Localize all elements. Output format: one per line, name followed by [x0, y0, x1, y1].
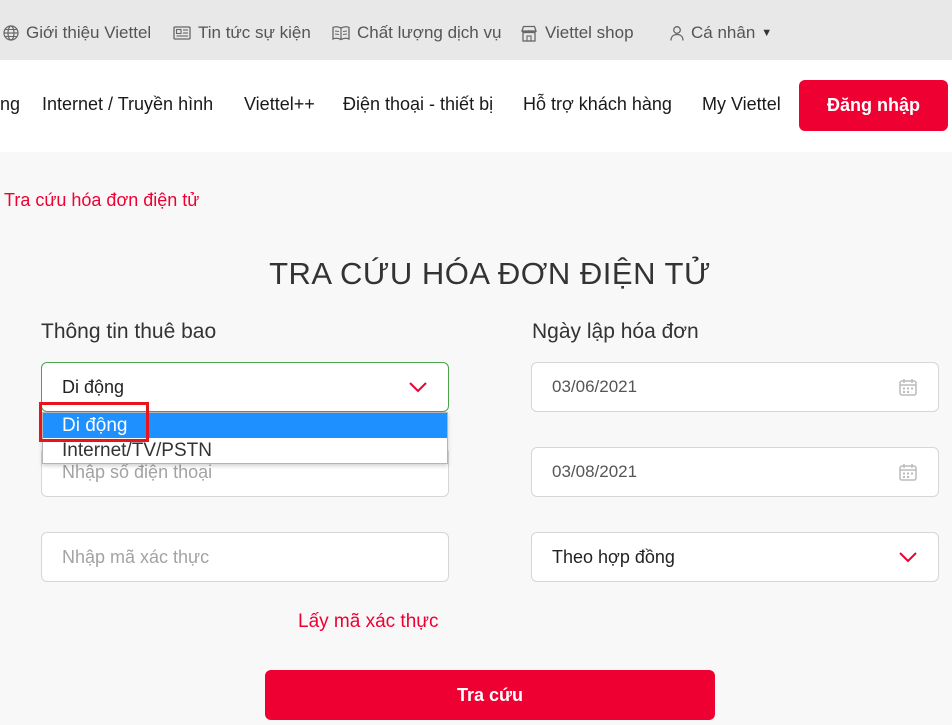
topbar-link-quality[interactable]: Chất lượng dịch vụ: [332, 21, 501, 45]
topbar-label: Giới thiệu Viettel: [26, 23, 152, 42]
nav-item-mobile[interactable]: ng: [0, 94, 20, 115]
otp-placeholder: Nhập mã xác thực: [62, 546, 210, 567]
calendar-icon[interactable]: [898, 462, 918, 482]
topbar-personal-menu[interactable]: Cá nhân ▼: [670, 21, 772, 45]
book-icon: [332, 26, 350, 41]
topbar-link-news[interactable]: Tin tức sự kiện: [173, 21, 311, 45]
date-from-value: 03/06/2021: [552, 377, 638, 396]
invoice-date-label: Ngày lập hóa đơn: [532, 320, 699, 343]
caret-down-icon: ▼: [761, 27, 773, 39]
top-utility-bar: Giới thiệu Viettel Tin tức sự kiện Chất …: [0, 0, 952, 60]
service-type-options: Di động Internet/TV/PSTN: [42, 412, 448, 464]
lookup-by-value: Theo hợp đồng: [552, 546, 675, 567]
service-type-value: Di động: [62, 376, 125, 397]
nav-item-internet-tv[interactable]: Internet / Truyền hình: [42, 94, 213, 115]
topbar-label: Cá nhân: [691, 23, 756, 42]
lookup-by-select[interactable]: Theo hợp đồng: [531, 532, 939, 582]
calendar-icon[interactable]: [898, 377, 918, 397]
page-title: TRA CỨU HÓA ĐƠN ĐIỆN TỬ: [269, 256, 711, 291]
service-type-select[interactable]: Di động: [41, 362, 449, 412]
date-from-input[interactable]: 03/06/2021: [531, 362, 939, 412]
date-to-input[interactable]: 03/08/2021: [531, 447, 939, 497]
get-otp-link[interactable]: Lấy mã xác thực: [298, 611, 439, 633]
newspaper-icon: [173, 26, 191, 40]
search-button[interactable]: Tra cứu: [265, 670, 715, 720]
option-mobile[interactable]: Di động: [43, 413, 447, 438]
phone-placeholder: Nhập số điện thoại: [62, 461, 213, 482]
topbar-link-about[interactable]: Giới thiệu Viettel: [3, 21, 151, 45]
topbar-label: Viettel shop: [545, 23, 634, 42]
nav-item-support[interactable]: Hỗ trợ khách hàng: [523, 94, 672, 115]
breadcrumb[interactable]: Tra cứu hóa đơn điện tử: [4, 190, 199, 211]
nav-item-devices[interactable]: Điện thoại - thiết bị: [343, 94, 493, 115]
user-icon: [670, 26, 684, 41]
main-nav: ng Internet / Truyền hình Viettel++ Điện…: [0, 60, 952, 152]
option-internet-tv-pstn[interactable]: Internet/TV/PSTN: [43, 438, 447, 463]
chevron-down-icon: [408, 381, 428, 393]
nav-item-viettel-plus[interactable]: Viettel++: [244, 94, 315, 115]
otp-input[interactable]: Nhập mã xác thực: [41, 532, 449, 582]
topbar-label: Tin tức sự kiện: [198, 23, 311, 42]
topbar-label: Chất lượng dịch vụ: [357, 23, 502, 42]
date-to-value: 03/08/2021: [552, 462, 638, 481]
chevron-down-icon: [898, 551, 918, 563]
subscriber-info-label: Thông tin thuê bao: [41, 320, 217, 343]
topbar-link-shop[interactable]: Viettel shop: [520, 21, 634, 45]
nav-item-my-viettel[interactable]: My Viettel: [702, 94, 781, 115]
store-icon: [521, 25, 537, 42]
globe-icon: [3, 25, 19, 41]
login-button[interactable]: Đăng nhập: [799, 80, 948, 131]
